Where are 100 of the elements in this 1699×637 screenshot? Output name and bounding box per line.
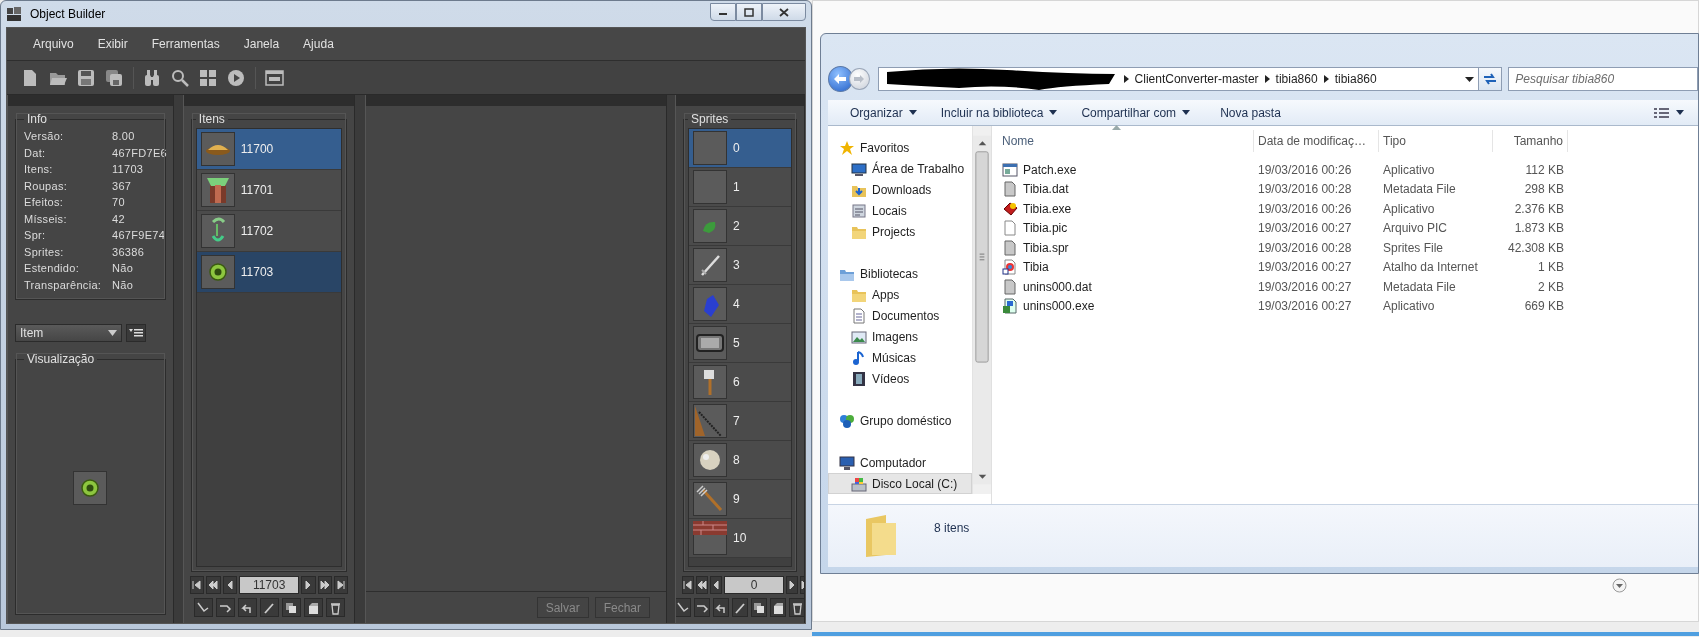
menu-item[interactable]: Arquivo	[21, 35, 86, 53]
search-icon[interactable]	[171, 68, 190, 87]
command-button[interactable]: Nova pasta	[1210, 101, 1291, 124]
close-button[interactable]	[762, 3, 806, 21]
sprite-row[interactable]: 0	[689, 129, 791, 168]
item-row[interactable]: 11701	[196, 170, 342, 211]
delete-button[interactable]	[789, 598, 804, 617]
sprite-row[interactable]: 4	[689, 285, 791, 324]
previous-fast-button[interactable]	[696, 576, 708, 594]
import-button[interactable]	[193, 598, 213, 617]
file-name[interactable]: Tibia.dat	[1023, 180, 1069, 199]
category-dropdown[interactable]: Item	[15, 324, 122, 342]
refresh-button[interactable]	[1477, 67, 1503, 91]
nav-item[interactable]: Documentos	[828, 305, 972, 326]
down-circle-icon[interactable]	[1612, 578, 1627, 593]
nav-item[interactable]: Favoritos	[828, 137, 972, 158]
nav-item[interactable]: Downloads	[828, 179, 972, 200]
file-name[interactable]: Patch.exe	[1023, 160, 1077, 179]
delete-button[interactable]	[325, 598, 345, 617]
next-button[interactable]	[301, 576, 316, 594]
item-row[interactable]: 11703	[196, 252, 342, 293]
console-icon[interactable]	[265, 68, 284, 87]
file-name[interactable]: unins000.exe	[1023, 297, 1095, 316]
sprite-row[interactable]: 9	[689, 480, 791, 519]
scrollbar[interactable]	[972, 126, 991, 494]
item-page-field[interactable]: 11703	[239, 576, 300, 594]
minimize-button[interactable]	[710, 3, 736, 21]
export-button[interactable]	[694, 598, 710, 617]
export-button[interactable]	[215, 598, 235, 617]
previous-fast-button[interactable]	[206, 576, 221, 594]
file-name[interactable]: unins000.dat	[1023, 277, 1092, 296]
homegroup-icon	[839, 412, 855, 429]
undo-button[interactable]	[237, 598, 257, 617]
file-name[interactable]: Tibia.exe	[1023, 199, 1072, 218]
duplicate-button[interactable]	[281, 598, 301, 617]
previous-button[interactable]	[222, 576, 238, 594]
nav-item[interactable]: Projects	[828, 221, 972, 242]
breadcrumb-item[interactable]: ClientConverter-master	[1134, 70, 1259, 88]
forward-button[interactable]	[848, 68, 870, 90]
sprite-row[interactable]: 10	[689, 519, 791, 558]
breadcrumb-item[interactable]: tibia860	[1275, 70, 1318, 88]
new-sprite-button[interactable]	[770, 598, 786, 617]
nav-item[interactable]: Apps	[828, 284, 972, 305]
command-button[interactable]: Organizar	[840, 101, 927, 124]
nav-item[interactable]: Imagens	[828, 326, 972, 347]
sprite-row[interactable]: 7	[689, 402, 791, 441]
sprite-row[interactable]: 8	[689, 441, 791, 480]
save-all-icon[interactable]	[105, 68, 124, 87]
next-button[interactable]	[786, 576, 798, 594]
command-button[interactable]: Incluir na biblioteca	[930, 101, 1068, 124]
brush-button[interactable]	[259, 598, 279, 617]
nav-item[interactable]: Músicas	[828, 347, 972, 368]
column-header[interactable]: Tipo	[1379, 130, 1493, 152]
first-page-button[interactable]	[682, 576, 694, 594]
nav-item[interactable]: Grupo doméstico	[828, 410, 972, 431]
sprite-row[interactable]: 3	[689, 246, 791, 285]
save-icon[interactable]	[77, 68, 96, 87]
nav-item[interactable]: Locais	[828, 200, 972, 221]
nav-item[interactable]: Vídeos	[828, 368, 972, 389]
previous-button[interactable]	[710, 576, 722, 594]
new-sprite-icon	[306, 600, 321, 615]
brush-button[interactable]	[732, 598, 748, 617]
amulet-sprite	[200, 214, 235, 248]
file-name[interactable]: Tibia.pic	[1023, 219, 1068, 238]
nav-item[interactable]: Computador	[828, 452, 972, 473]
menu-item[interactable]: Ajuda	[291, 35, 346, 53]
address-bar[interactable]: ClientConverter-master tibia860 tibia860	[877, 67, 1479, 91]
column-header[interactable]: Tamanho	[1493, 130, 1568, 152]
play-icon[interactable]	[227, 68, 246, 87]
import-button[interactable]	[676, 598, 691, 617]
list-menu-button[interactable]	[126, 324, 146, 342]
menu-item[interactable]: Ferramentas	[139, 35, 232, 53]
duplicate-button[interactable]	[751, 598, 767, 617]
menu-item[interactable]: Exibir	[85, 35, 140, 53]
installer-file-icon	[1002, 298, 1018, 315]
file-name[interactable]: Tibia	[1023, 258, 1049, 277]
maximize-button[interactable]	[736, 3, 762, 21]
sprite-row[interactable]: 6	[689, 363, 791, 402]
item-row[interactable]: 11702	[196, 211, 342, 252]
grid-icon[interactable]	[199, 68, 218, 87]
sprite-page-field[interactable]: 0	[724, 576, 784, 594]
last-page-button[interactable]	[334, 576, 349, 594]
menu-item[interactable]: Janela	[231, 35, 292, 53]
first-page-button[interactable]	[189, 576, 205, 594]
breadcrumb-item[interactable]: tibia860	[1334, 70, 1377, 88]
new-sprite-button[interactable]	[303, 598, 323, 617]
command-button[interactable]: Compartilhar com	[1071, 101, 1201, 124]
nav-item[interactable]: Disco Local (C:)	[828, 473, 972, 494]
nav-item[interactable]: Área de Trabalho	[828, 158, 972, 179]
sprite-row[interactable]: 2	[689, 207, 791, 246]
undo-button[interactable]	[713, 598, 729, 617]
back-button[interactable]	[828, 66, 853, 92]
sprite-row[interactable]: 5	[689, 324, 791, 363]
item-row[interactable]: 11700	[196, 129, 342, 170]
file-name[interactable]: Tibia.spr	[1023, 238, 1069, 257]
column-header[interactable]: Data de modificaç…	[1254, 130, 1379, 152]
sprite-row[interactable]: 1	[689, 168, 791, 207]
nav-item[interactable]: Bibliotecas	[828, 263, 972, 284]
binoculars-icon[interactable]	[143, 68, 162, 87]
search-field[interactable]: Pesquisar tibia860	[1508, 67, 1698, 91]
